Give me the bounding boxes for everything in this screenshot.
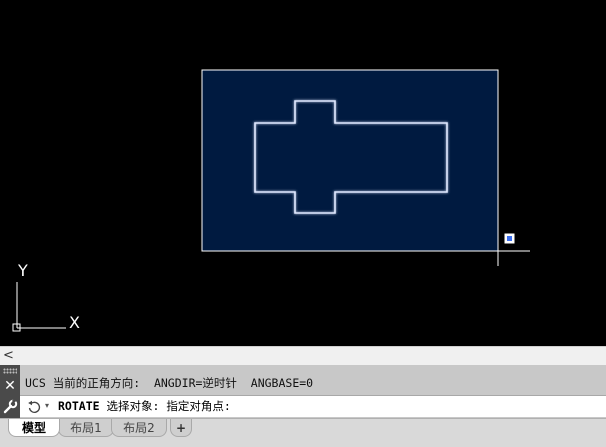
command-history-icon[interactable] [26,399,42,415]
ucs-x-label: X [69,313,80,332]
layout-tab-bar: 模型 布局1 布局2 + [0,418,606,447]
close-icon[interactable]: ✕ [0,377,20,395]
ucs-icon [12,282,66,332]
command-prompt: ROTATE 选择对象: 指定对角点: [58,396,231,417]
command-line-handle[interactable]: ✕ [0,365,20,418]
add-layout-button[interactable]: + [170,419,192,437]
drag-grip-icon[interactable] [3,368,17,374]
selection-window [201,69,499,252]
tab-model[interactable]: 模型 [8,419,60,437]
command-line-window[interactable]: ✕ UCS 当前的正角方向: ANGDIR=逆时针 ANGBASE=0 ▾ RO… [0,365,606,418]
command-prompt-text: 选择对象: 指定对角点: [99,399,231,413]
scroll-left-arrow[interactable]: < [3,347,14,364]
ucs-y-label: Y [17,261,28,280]
drawing-area-svg[interactable]: Y X [0,0,606,346]
horizontal-scrollbar[interactable]: < [0,346,606,365]
wrench-icon[interactable] [0,397,20,417]
command-keyword: ROTATE [58,399,100,413]
grip-square-inner [507,236,512,241]
chevron-down-icon[interactable]: ▾ [45,398,49,414]
command-history-line: UCS 当前的正角方向: ANGDIR=逆时针 ANGBASE=0 [20,373,606,393]
tab-layout2[interactable]: 布局2 [111,419,167,437]
tab-layout1[interactable]: 布局1 [58,419,114,437]
drawing-canvas[interactable]: Y X [0,0,606,346]
command-input-field[interactable]: ▾ ROTATE 选择对象: 指定对角点: [20,395,606,417]
